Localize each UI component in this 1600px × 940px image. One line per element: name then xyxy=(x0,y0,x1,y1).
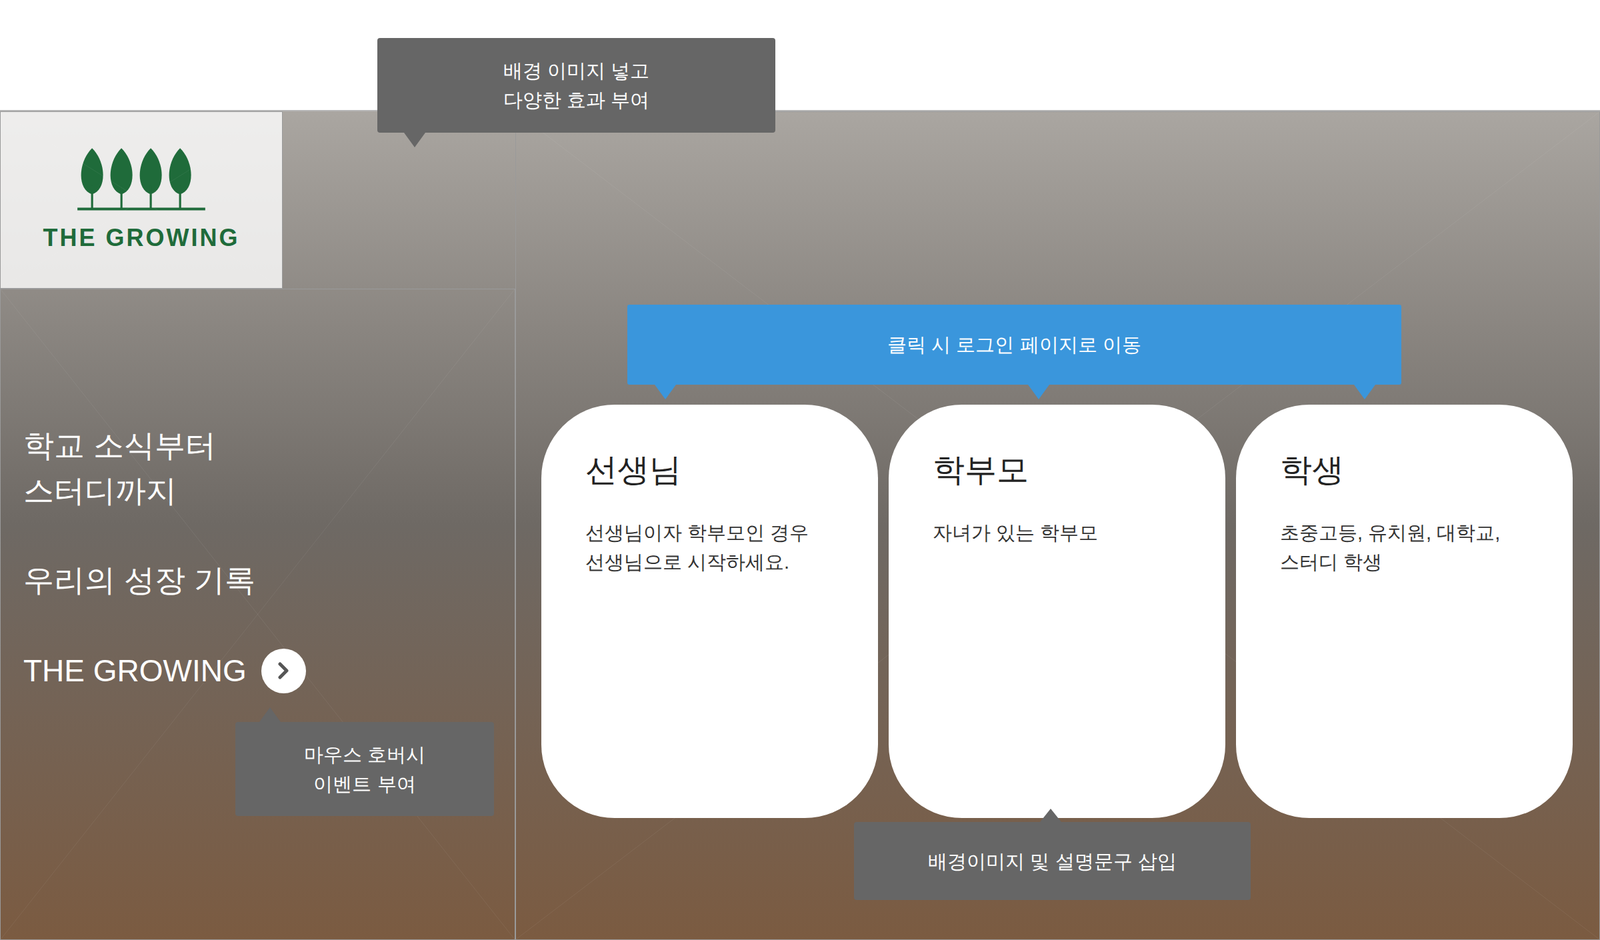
arrow-button[interactable] xyxy=(261,648,306,694)
annotation-background: 배경 이미지 넣고다양한 효과 부여 xyxy=(377,38,776,133)
role-card[interactable]: 선생님선생님이자 학부모인 경우선생님으로 시작하세요. xyxy=(541,404,878,818)
hero-text: 학교 소식부터스터디까지우리의 성장 기록 THE GROWING xyxy=(0,288,516,940)
card-list: 선생님선생님이자 학부모인 경우선생님으로 시작하세요.학부모자녀가 있는 학부… xyxy=(516,112,1600,818)
card-description: 스터디 학생 xyxy=(1280,547,1546,577)
annotation-hover: 마우스 호버시이벤트 부여 xyxy=(235,722,494,816)
role-card[interactable]: 학생초중고등, 유치원, 대학교,스터디 학생 xyxy=(1236,404,1573,818)
placeholder-cross-icon xyxy=(0,289,515,940)
hero-link[interactable]: THE GROWING xyxy=(23,648,492,694)
card-description: 선생님이자 학부모인 경우 xyxy=(585,518,852,548)
hero-subtitle: 우리의 성장 기록 xyxy=(23,557,492,603)
hero-headline: 학교 소식부터 xyxy=(23,422,492,468)
page: THE GROWING 학교 소식부터스터디까지우리의 성장 기록 THE GROW… xyxy=(0,0,1600,940)
trees-logo-icon xyxy=(71,144,212,218)
card-title: 학생 xyxy=(1280,450,1546,490)
card-description: 자녀가 있는 학부모 xyxy=(932,518,1199,548)
card-description: 초중고등, 유치원, 대학교, xyxy=(1280,518,1546,548)
annotation-cards-link: 클릭 시 로그인 페이지로 이동 xyxy=(627,304,1402,385)
logo-text: THE GROWING xyxy=(43,220,240,256)
logo-box[interactable]: THE GROWING xyxy=(0,111,283,289)
hero-headline: 스터디까지 xyxy=(23,468,492,514)
placeholder-cross-icon xyxy=(0,112,282,288)
role-card[interactable]: 학부모자녀가 있는 학부모 xyxy=(888,404,1226,818)
top-margin xyxy=(0,0,1600,110)
card-description: 선생님으로 시작하세요. xyxy=(585,547,852,577)
card-title: 선생님 xyxy=(585,450,852,490)
annotation-card-content: 배경이미지 및 설명문구 삽입 xyxy=(854,822,1251,900)
chevron-right-icon xyxy=(270,657,297,684)
card-title: 학부모 xyxy=(932,450,1199,490)
